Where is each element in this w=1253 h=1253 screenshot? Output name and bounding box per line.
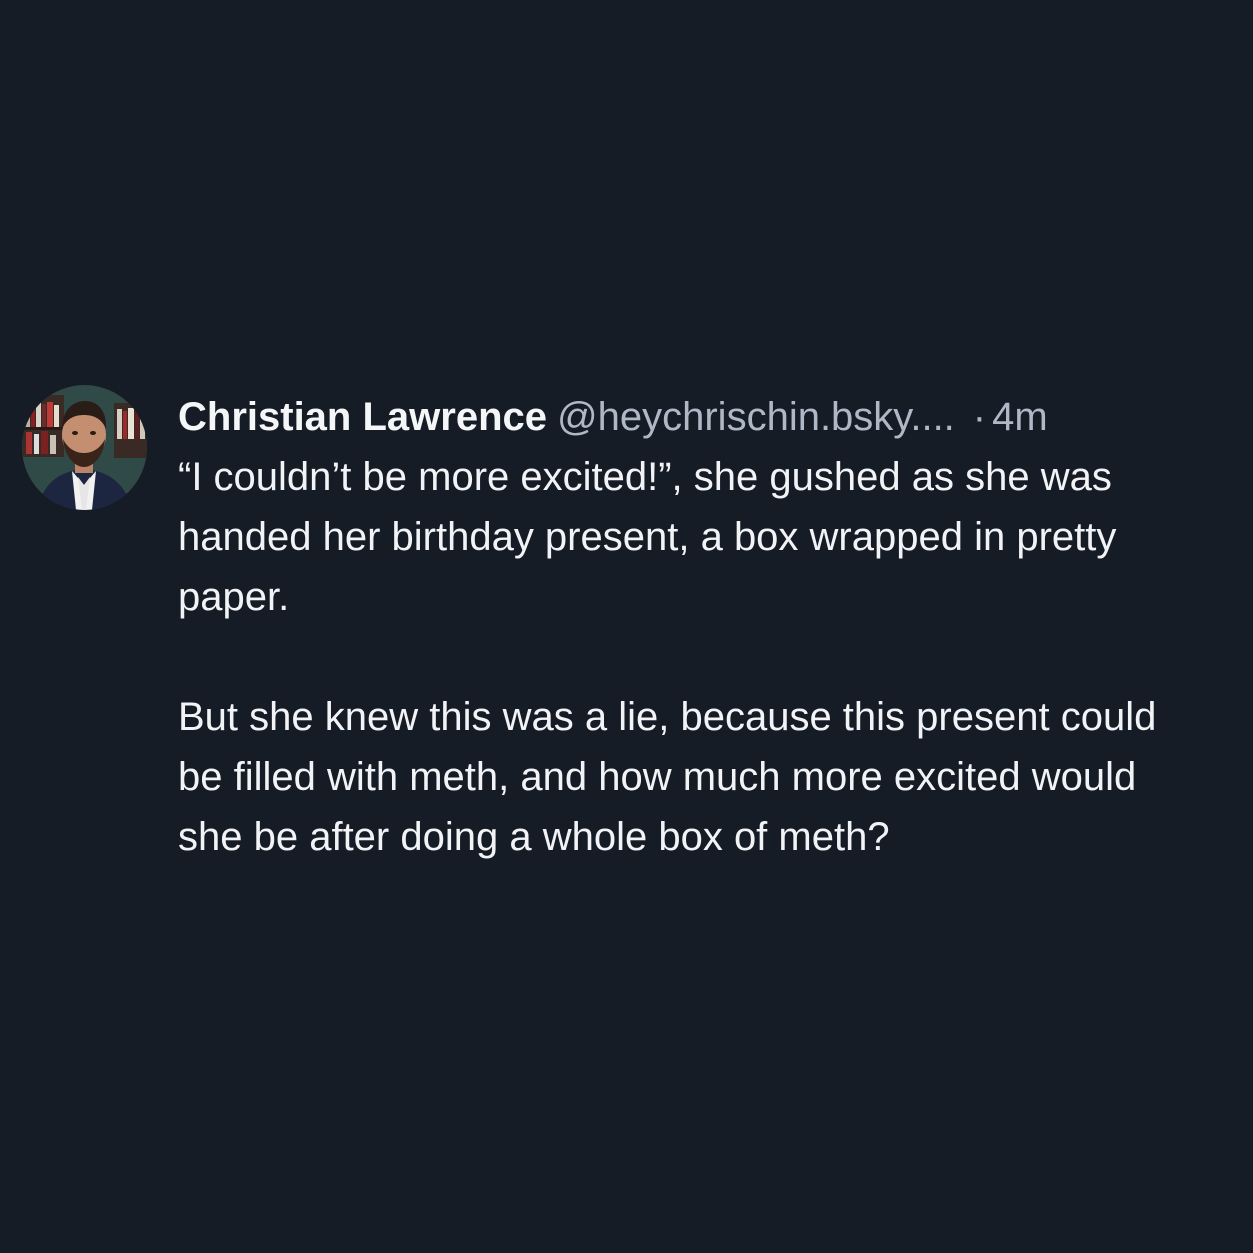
post-paragraph-2: But she knew this was a lie, because thi… [178, 695, 1157, 859]
post-paragraph-1: “I couldn’t be more excited!”, she gushe… [178, 455, 1117, 619]
post-card[interactable]: Christian Lawrence @heychrischin.bsky....… [22, 385, 1222, 867]
author-handle[interactable]: @heychrischin.bsky.... [557, 395, 955, 439]
post-timestamp[interactable]: 4m [992, 395, 1048, 439]
post-header: Christian Lawrence @heychrischin.bsky....… [178, 389, 1208, 445]
meta-separator: · [972, 395, 987, 439]
post-body: “I couldn’t be more excited!”, she gushe… [178, 447, 1208, 867]
avatar[interactable] [22, 385, 147, 510]
profile-photo-icon [22, 385, 147, 510]
author-name[interactable]: Christian Lawrence [178, 395, 547, 439]
post-content: Christian Lawrence @heychrischin.bsky....… [178, 389, 1208, 867]
